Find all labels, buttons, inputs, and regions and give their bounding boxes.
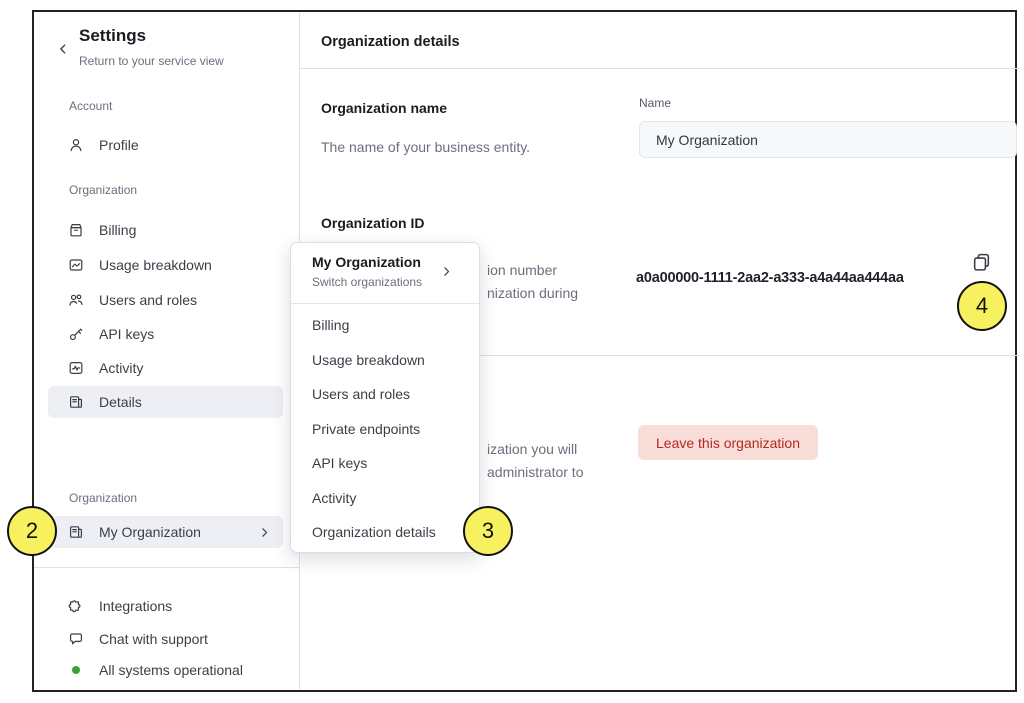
billing-icon bbox=[68, 222, 84, 238]
sidebar-item-api-keys[interactable]: API keys bbox=[68, 318, 154, 350]
organization-id-value: a0a00000-1111-2aa2-a333-a4a44aa444aa bbox=[636, 270, 904, 286]
popover-item-private-endpoints[interactable]: Private endpoints bbox=[312, 421, 420, 441]
annotation-marker-3: 3 bbox=[463, 506, 513, 556]
org-id-heading: Organization ID bbox=[321, 215, 424, 231]
copy-button[interactable] bbox=[969, 250, 993, 274]
popover-divider bbox=[291, 303, 479, 304]
org-name-heading: Organization name bbox=[321, 100, 447, 116]
sidebar-item-label: Profile bbox=[99, 137, 139, 153]
sidebar-item-label: API keys bbox=[99, 326, 154, 342]
popover-item-usage-breakdown[interactable]: Usage breakdown bbox=[312, 352, 425, 372]
name-field-label: Name bbox=[639, 96, 671, 110]
copy-icon bbox=[971, 252, 992, 273]
sidebar-item-label: Details bbox=[99, 394, 142, 410]
sidebar-item-billing[interactable]: Billing bbox=[68, 214, 136, 246]
sidebar-item-details[interactable]: Details bbox=[48, 386, 283, 418]
section-label-account: Account bbox=[69, 99, 112, 113]
sidebar-item-users-and-roles[interactable]: Users and roles bbox=[68, 284, 197, 316]
leave-organization-button[interactable]: Leave this organization bbox=[638, 425, 818, 460]
key-icon bbox=[68, 326, 84, 342]
section-label-organization: Organization bbox=[69, 183, 137, 197]
popover-item-users-and-roles[interactable]: Users and roles bbox=[312, 386, 410, 406]
annotation-marker-2: 2 bbox=[7, 506, 57, 556]
popover-org-subtitle: Switch organizations bbox=[312, 275, 422, 289]
sidebar-item-system-status[interactable]: All systems operational bbox=[68, 654, 243, 686]
sidebar-item-label: My Organization bbox=[99, 524, 201, 540]
page-title: Organization details bbox=[321, 34, 460, 50]
popover-item-organization-details[interactable]: Organization details bbox=[312, 524, 436, 544]
popover-item-activity[interactable]: Activity bbox=[312, 490, 356, 510]
sidebar-item-label: All systems operational bbox=[99, 662, 243, 678]
sidebar-item-usage-breakdown[interactable]: Usage breakdown bbox=[68, 249, 212, 281]
usage-chart-icon bbox=[68, 257, 84, 273]
sidebar-item-label: Users and roles bbox=[99, 292, 197, 308]
organization-switcher-popover: My Organization Switch organizations Bil… bbox=[290, 242, 480, 553]
back-button[interactable] bbox=[52, 38, 74, 60]
sidebar-item-label: Chat with support bbox=[99, 631, 208, 647]
chat-icon bbox=[68, 631, 84, 647]
popover-org-title: My Organization bbox=[312, 254, 421, 270]
users-icon bbox=[68, 292, 84, 308]
status-dot bbox=[72, 666, 80, 674]
sidebar-item-activity[interactable]: Activity bbox=[68, 352, 143, 384]
sidebar-item-label: Integrations bbox=[99, 598, 172, 614]
sidebar-item-label: Billing bbox=[99, 222, 136, 238]
sidebar-item-label: Activity bbox=[99, 360, 143, 376]
chevron-left-icon bbox=[56, 42, 70, 56]
annotation-marker-4: 4 bbox=[957, 281, 1007, 331]
sidebar-title: Settings bbox=[79, 26, 146, 46]
leave-description-fragment-2: administrator to bbox=[487, 464, 583, 480]
sidebar-divider bbox=[34, 567, 299, 568]
popover-item-billing[interactable]: Billing bbox=[312, 317, 349, 337]
chevron-right-icon bbox=[258, 526, 271, 539]
organization-icon bbox=[68, 524, 84, 540]
sidebar-subtitle: Return to your service view bbox=[79, 54, 224, 68]
sidebar-item-chat-with-support[interactable]: Chat with support bbox=[68, 623, 208, 655]
org-id-description-fragment-1: ion number bbox=[487, 262, 557, 278]
chevron-right-icon bbox=[440, 265, 453, 283]
org-name-description: The name of your business entity. bbox=[321, 139, 530, 155]
sidebar-item-label: Usage breakdown bbox=[99, 257, 212, 273]
app-window: Settings Return to your service view Acc… bbox=[32, 10, 1017, 692]
org-id-description-fragment-2: nization during bbox=[487, 285, 578, 301]
header-divider bbox=[299, 68, 1019, 69]
puzzle-icon bbox=[68, 598, 84, 614]
sidebar-item-profile[interactable]: Profile bbox=[68, 129, 139, 161]
user-icon bbox=[68, 137, 84, 153]
org-details-icon bbox=[68, 394, 84, 410]
activity-icon bbox=[68, 360, 84, 376]
sidebar-item-integrations[interactable]: Integrations bbox=[68, 590, 172, 622]
section-label-organization-2: Organization bbox=[69, 491, 137, 505]
screenshot-canvas: Settings Return to your service view Acc… bbox=[0, 0, 1024, 703]
popover-item-api-keys[interactable]: API keys bbox=[312, 455, 367, 475]
sidebar-item-my-organization[interactable]: My Organization bbox=[48, 516, 283, 548]
organization-name-input[interactable] bbox=[639, 121, 1017, 158]
leave-description-fragment-1: ization you will bbox=[487, 441, 577, 457]
popover-org-header[interactable]: My Organization Switch organizations bbox=[291, 243, 479, 303]
